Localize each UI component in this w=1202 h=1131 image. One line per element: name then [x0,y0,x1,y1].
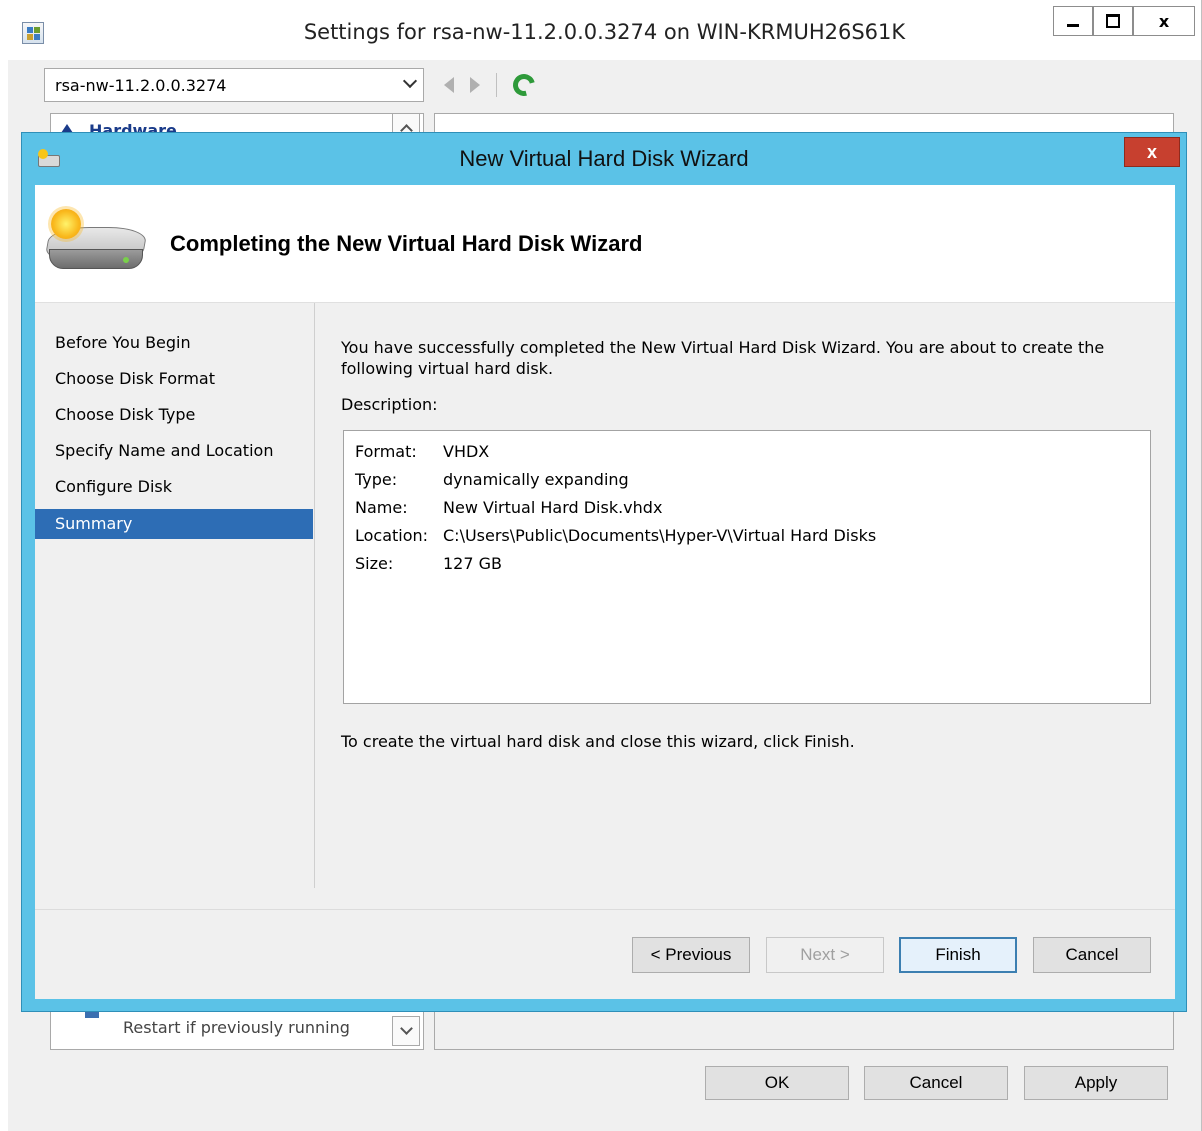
description-row: Format: VHDX [355,437,876,465]
wizard-steps-nav: Before You Begin Choose Disk Format Choo… [35,303,315,888]
window-controls: x [1053,6,1195,36]
settings-window-title: Settings for rsa-nw-11.2.0.0.3274 on WIN… [303,20,906,44]
wizard-close-button[interactable]: x [1124,137,1180,167]
chevron-down-icon [402,73,418,89]
apply-button[interactable]: Apply [1024,1066,1168,1100]
tree-scroll-down-button[interactable] [392,1016,420,1046]
forward-arrow-icon[interactable] [470,77,480,93]
tree-item-label[interactable]: Restart if previously running [123,1018,350,1037]
description-row: Size: 127 GB [355,549,876,577]
step-configure-disk[interactable]: Configure Disk [35,469,313,505]
next-button[interactable]: Next > [766,937,884,973]
description-key: Name: [355,497,408,517]
description-value: 127 GB [443,553,502,573]
description-key: Location: [355,525,429,545]
wizard-header: Completing the New Virtual Hard Disk Wiz… [35,185,1175,303]
description-label: Description: [341,395,438,414]
wizard-cancel-button[interactable]: Cancel [1033,937,1151,973]
page-title: Completing the New Virtual Hard Disk Wiz… [170,231,643,256]
description-value: dynamically expanding [443,469,629,489]
description-row: Location: C:\Users\Public\Documents\Hyper… [355,521,876,549]
settings-cancel-button[interactable]: Cancel [864,1066,1008,1100]
wizard-titlebar: New Virtual Hard Disk Wizard x [22,133,1186,185]
description-key: Format: [355,441,417,461]
description-value: VHDX [443,441,490,461]
new-vhd-wizard-dialog: New Virtual Hard Disk Wizard x Completin… [21,132,1187,1012]
wizard-body: Completing the New Virtual Hard Disk Wiz… [35,185,1175,999]
description-box[interactable]: Format: VHDX Type: dynamically expanding N… [343,430,1151,704]
description-value: C:\Users\Public\Documents\Hyper-V\Virtua… [443,525,877,545]
step-choose-disk-type[interactable]: Choose Disk Type [35,397,313,433]
minimize-button[interactable] [1053,6,1093,36]
finish-instruction: To create the virtual hard disk and clos… [341,732,855,751]
back-arrow-icon[interactable] [444,77,454,93]
ok-button[interactable]: OK [705,1066,849,1100]
details-panel-bottom [434,1008,1174,1050]
description-value: New Virtual Hard Disk.vhdx [443,497,663,517]
settings-titlebar: Settings for rsa-nw-11.2.0.0.3274 on WIN… [8,0,1201,60]
nav-toolbar [444,69,540,101]
wizard-title: New Virtual Hard Disk Wizard [459,146,749,171]
description-key: Type: [355,469,398,489]
description-table: Format: VHDX Type: dynamically expanding N… [355,437,876,577]
maximize-button[interactable] [1093,6,1133,36]
action-icon [85,1012,99,1018]
step-choose-disk-format[interactable]: Choose Disk Format [35,361,313,397]
description-row: Name: New Virtual Hard Disk.vhdx [355,493,876,521]
previous-button[interactable]: < Previous [632,937,750,973]
step-summary[interactable]: Summary [35,509,313,539]
settings-close-button[interactable]: x [1133,6,1195,36]
hard-disk-icon [43,205,153,285]
intro-text: You have successfully completed the New … [341,338,1105,378]
refresh-icon[interactable] [508,69,540,101]
description-row: Type: dynamically expanding [355,465,876,493]
hardware-tree-bottom[interactable]: Restart if previously running [50,1008,424,1050]
step-before-you-begin[interactable]: Before You Begin [35,325,313,361]
toolbar-divider [496,73,497,97]
vm-selector[interactable]: rsa-nw-11.2.0.0.3274 [44,68,424,102]
description-key: Size: [355,553,394,573]
footer-divider [35,909,1175,910]
finish-button[interactable]: Finish [899,937,1017,973]
vm-selector-value: rsa-nw-11.2.0.0.3274 [55,76,227,95]
step-specify-name-location[interactable]: Specify Name and Location [35,433,313,469]
